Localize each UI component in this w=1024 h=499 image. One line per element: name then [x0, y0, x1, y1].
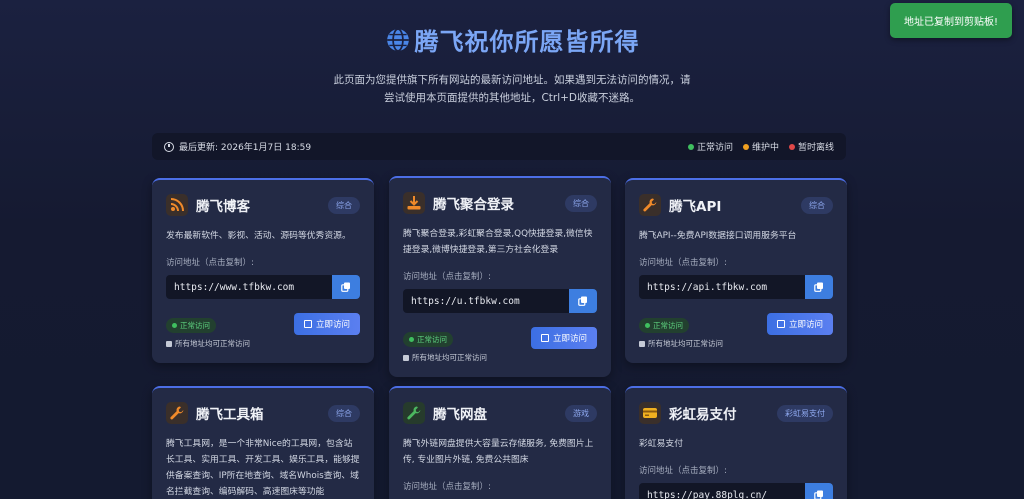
card-title: 彩虹易支付 [669, 407, 737, 423]
card-description: 腾飞外链网盘提供大容量云存储服务, 免费图片上传, 专业图片外链, 免费公共图床 [403, 439, 594, 465]
external-link-icon [540, 334, 549, 342]
page-title: 腾飞祝你所愿皆所得 [385, 22, 640, 57]
page-header: 腾飞祝你所愿皆所得 此页面为您提供旗下所有网站的最新访问地址。如果遇到无法访问的… [0, 0, 1024, 107]
copy-icon [341, 282, 350, 292]
copy-button[interactable] [569, 289, 597, 313]
status-badge: 正常访问 [639, 318, 689, 333]
card-title: 腾飞工具箱 [196, 407, 264, 423]
category-badge: 彩虹易支付 [777, 404, 833, 422]
card-title: 腾飞聚合登录 [433, 197, 514, 213]
globe-icon [386, 27, 409, 52]
address-field[interactable]: https://pay.88plg.cn/ [639, 483, 805, 499]
site-card-api: 腾飞API 综合 腾飞API--免费API数据接口调用服务平台 访问地址（点击复… [625, 178, 847, 363]
site-card-blog: 腾飞博客 综合 发布最新软件、影视、活动、源码等优秀资源。 访问地址（点击复制）… [152, 178, 374, 363]
category-badge: 游戏 [565, 404, 597, 422]
copy-icon [814, 490, 823, 499]
rss-icon [166, 194, 188, 216]
status-badge: 正常访问 [166, 318, 216, 333]
status-legend: 正常访问 维护中 暂时离线 [687, 140, 834, 153]
last-updated: 最后更新: 2026年1月7日 18:59 [179, 143, 312, 153]
copy-icon [578, 296, 587, 306]
card-description: 腾飞工具网，是一个非常Nice的工具网，包含站长工具、实用工具、开发工具、娱乐工… [166, 439, 360, 497]
address-label: 访问地址（点击复制）: [639, 258, 727, 268]
external-link-icon [776, 320, 785, 328]
address-field[interactable]: https://www.tfbkw.com [166, 275, 332, 299]
address-field[interactable]: https://api.tfbkw.com [639, 275, 805, 299]
page-title-text: 腾飞祝你所愿皆所得 [414, 28, 640, 56]
card-icon [639, 402, 661, 424]
wrench-icon [403, 402, 425, 424]
site-card-netdisk: 腾飞网盘 游戏 腾飞外链网盘提供大容量云存储服务, 免费图片上传, 专业图片外链… [389, 386, 611, 499]
wrench-icon [166, 402, 188, 424]
card-title: 腾飞API [669, 199, 722, 215]
legend-normal: 正常访问 [687, 140, 733, 153]
address-label: 访问地址（点击复制）: [166, 258, 254, 268]
address-label: 访问地址（点击复制）: [639, 466, 727, 476]
status-note: 所有地址均可正常访问 [403, 352, 487, 363]
card-title: 腾飞博客 [196, 199, 250, 215]
wrench-icon [639, 194, 661, 216]
card-description: 腾飞聚合登录,彩虹聚合登录,QQ快捷登录,微信快捷登录,微博快捷登录,第三方社会… [403, 229, 593, 255]
status-badge: 正常访问 [403, 332, 453, 347]
category-badge: 综合 [328, 404, 360, 422]
copy-icon [814, 282, 823, 292]
card-title: 腾飞网盘 [433, 407, 487, 423]
copy-button[interactable] [332, 275, 360, 299]
download-icon [403, 192, 425, 214]
visit-button[interactable]: 立即访问 [766, 313, 833, 335]
copy-toast: 地址已复制到剪贴板! [889, 3, 1012, 38]
copy-button[interactable] [805, 275, 833, 299]
status-note: 所有地址均可正常访问 [166, 338, 250, 349]
status-note: 所有地址均可正常访问 [639, 338, 723, 349]
category-badge: 综合 [328, 196, 360, 214]
legend-offline: 暂时离线 [788, 140, 834, 153]
address-label: 访问地址（点击复制）: [403, 482, 491, 492]
address-field[interactable]: https://u.tfbkw.com [403, 289, 569, 313]
visit-button[interactable]: 立即访问 [530, 327, 597, 349]
site-card-login: 腾飞聚合登录 综合 腾飞聚合登录,彩虹聚合登录,QQ快捷登录,微信快捷登录,微博… [389, 176, 611, 377]
address-label: 访问地址（点击复制）: [403, 272, 491, 282]
copy-button[interactable] [805, 483, 833, 499]
category-badge: 综合 [801, 196, 833, 214]
clock-icon [164, 141, 174, 152]
card-description: 腾飞API--免费API数据接口调用服务平台 [639, 231, 797, 241]
card-description: 发布最新软件、影视、活动、源码等优秀资源。 [166, 231, 351, 241]
card-description: 彩虹易支付 [639, 439, 683, 449]
visit-button[interactable]: 立即访问 [293, 313, 360, 335]
page-subtitle: 此页面为您提供旗下所有网站的最新访问地址。如果遇到无法访问的情况，请尝试使用本页… [333, 74, 691, 104]
external-link-icon [303, 320, 312, 328]
site-card-toolbox: 腾飞工具箱 综合 腾飞工具网，是一个非常Nice的工具网，包含站长工具、实用工具… [152, 386, 374, 499]
site-card-pay: 彩虹易支付 彩虹易支付 彩虹易支付 访问地址（点击复制）: https://pa… [625, 386, 847, 499]
category-badge: 综合 [565, 194, 597, 212]
status-bar: 最后更新: 2026年1月7日 18:59 正常访问 维护中 暂时离线 [152, 133, 846, 160]
legend-maintenance: 维护中 [742, 140, 779, 153]
